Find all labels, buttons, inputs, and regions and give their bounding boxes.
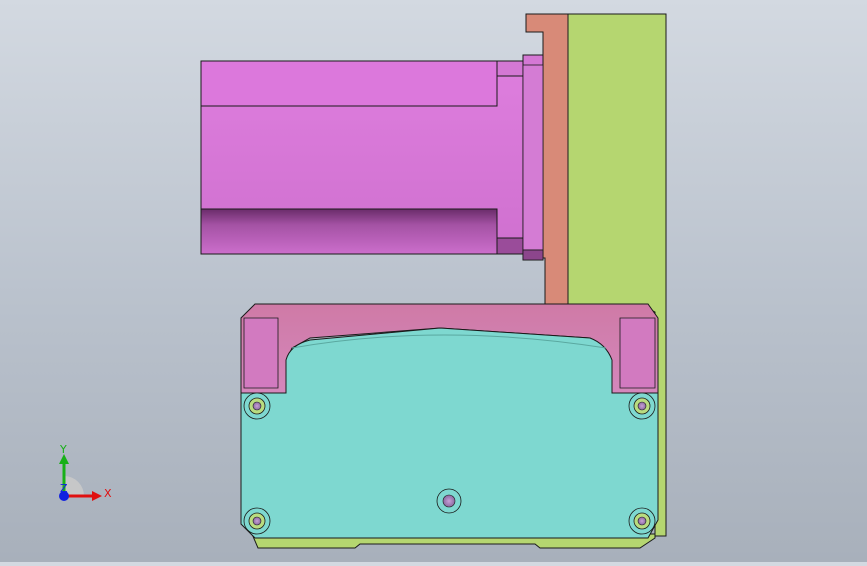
screw-center[interactable] xyxy=(436,488,462,514)
x-axis-arrowhead xyxy=(92,491,102,501)
screw-bottom-left[interactable] xyxy=(243,507,271,535)
axis-triad: Y X Z xyxy=(59,443,112,501)
y-axis-label: Y xyxy=(59,443,67,456)
model-drawing xyxy=(200,13,667,549)
x-axis-label: X xyxy=(104,487,112,500)
screw-top-right[interactable] xyxy=(628,392,656,420)
screw-top-left[interactable] xyxy=(243,392,271,420)
screw-bottom-right[interactable] xyxy=(628,507,656,535)
z-axis-label: Z xyxy=(60,482,68,495)
cad-viewport[interactable]: Y X Z xyxy=(0,0,867,562)
motor[interactable] xyxy=(200,54,544,261)
